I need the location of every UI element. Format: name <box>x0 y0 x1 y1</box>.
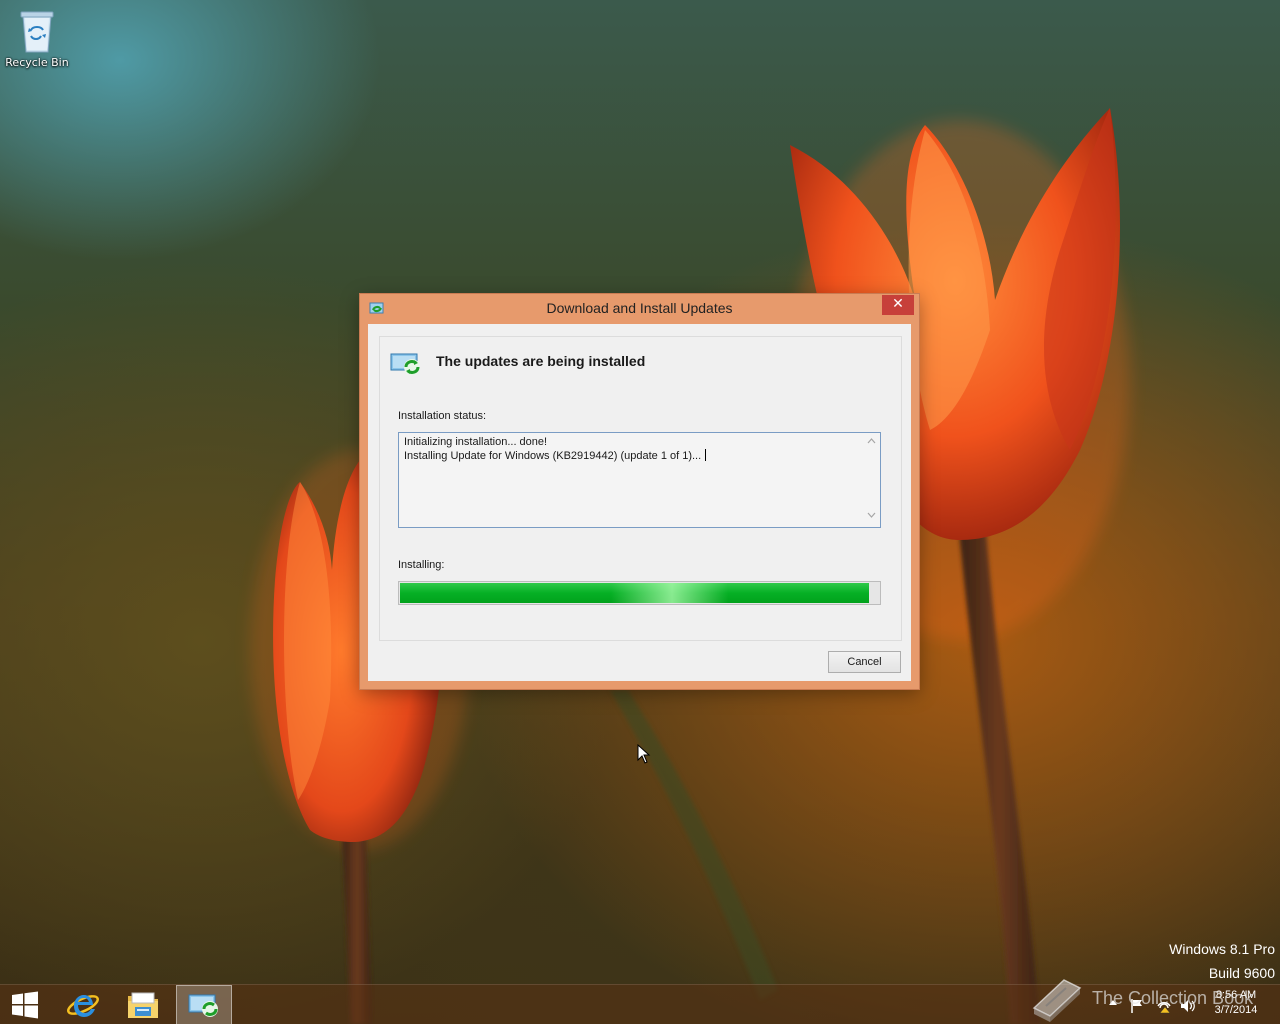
start-button[interactable] <box>0 985 56 1024</box>
mouse-cursor-icon <box>637 744 651 764</box>
close-button[interactable]: ✕ <box>882 295 914 315</box>
scroll-up-icon[interactable] <box>863 437 880 446</box>
status-scrollbar[interactable] <box>863 433 880 527</box>
taskbar: 8:56 AM 3/7/2014 <box>0 984 1280 1024</box>
file-explorer-button[interactable] <box>115 985 171 1024</box>
status-line-text: Installing Update for Windows (KB2919442… <box>404 450 702 462</box>
status-heading: The updates are being installed <box>436 353 646 369</box>
installation-status-textbox[interactable]: Initializing installation... done! Insta… <box>398 432 881 528</box>
desktop: Recycle Bin Download and Install Updates… <box>0 0 1280 1024</box>
windows-update-icon <box>188 994 218 1017</box>
scroll-down-icon[interactable] <box>863 511 880 520</box>
windows-logo-icon <box>12 991 38 1019</box>
status-line-current: Installing Update for Windows (KB2919442… <box>404 449 707 462</box>
progress-fill <box>400 583 869 603</box>
collection-book-text: The Collection Book <box>1092 988 1254 1008</box>
recycle-bin[interactable]: Recycle Bin <box>4 6 70 69</box>
dialog-title: Download and Install Updates <box>546 300 733 316</box>
status-line: Initializing installation... done! <box>404 436 548 448</box>
build-watermark: Build 9600 <box>1208 965 1275 981</box>
windows-update-taskbar-button[interactable] <box>176 985 232 1024</box>
install-progress-bar <box>398 581 881 605</box>
dialog-client: The updates are being installed Installa… <box>368 324 911 681</box>
recycle-bin-icon <box>20 11 54 53</box>
folder-icon <box>128 992 158 1018</box>
book-icon <box>1032 979 1082 1022</box>
installation-status-label: Installation status: <box>398 410 487 422</box>
cancel-button[interactable]: Cancel <box>828 651 901 673</box>
recycle-bin-label: Recycle Bin <box>5 56 69 69</box>
windows-update-large-icon <box>390 353 420 375</box>
text-caret <box>705 449 707 461</box>
installing-label: Installing: <box>398 559 445 571</box>
internet-explorer-button[interactable] <box>58 985 114 1024</box>
internet-explorer-icon <box>67 995 99 1017</box>
content-panel: The updates are being installed Installa… <box>379 336 902 641</box>
edition-watermark: Windows 8.1 Pro <box>1169 941 1275 957</box>
dialog-titlebar[interactable]: Download and Install Updates ✕ <box>360 294 919 324</box>
update-dialog: Download and Install Updates ✕ The updat… <box>360 294 919 689</box>
